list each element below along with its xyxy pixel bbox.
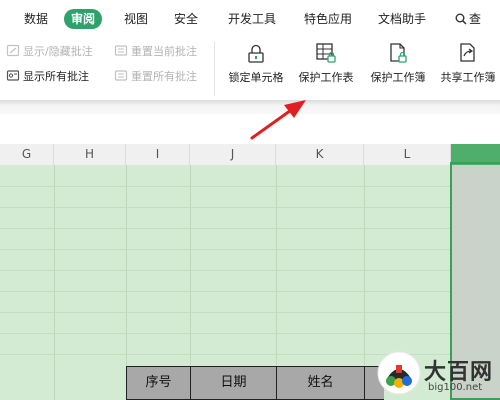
search-button[interactable]: 查 [455, 9, 481, 29]
protect-sheet-label: 保护工作表 [298, 71, 354, 84]
grid-line [190, 165, 191, 400]
reset-all-comments-button[interactable]: 重置所有批注 [114, 69, 197, 85]
tab-review[interactable]: 审阅 [64, 9, 103, 29]
tab-developer-tools[interactable]: 开发工具 [228, 9, 276, 29]
grid-line [0, 207, 500, 208]
grid-line [364, 165, 365, 400]
share-workbook-icon [460, 43, 475, 62]
show-all-comments-label: 显示所有批注 [23, 70, 89, 83]
reset-all-comments-icon [114, 70, 128, 81]
lock-cells-label: 锁定单元格 [228, 71, 284, 84]
watermark-url: big100.net [428, 382, 483, 393]
grid-line [0, 249, 500, 250]
show-all-comments-button[interactable]: 显示所有批注 [6, 69, 89, 85]
watermark: 大百网 big100.net [372, 346, 500, 400]
grid-line [126, 165, 127, 400]
share-workbook-button[interactable]: 共享工作簿 [436, 42, 500, 85]
ribbon-toolbar: 显示/隐藏批注 显示所有批注 重置当前批注 重置所有批注 锁定单元格 保护工作表… [0, 38, 500, 100]
search-label: 查 [469, 12, 482, 26]
protect-workbook-button[interactable]: 保护工作簿 [366, 42, 430, 85]
column-header-j[interactable]: J [190, 144, 276, 165]
protect-workbook-label: 保护工作簿 [370, 71, 426, 84]
grid-line [0, 270, 500, 271]
grid-line [0, 291, 500, 292]
tab-special-apps[interactable]: 特色应用 [304, 9, 352, 29]
protect-sheet-button[interactable]: 保护工作表 [294, 42, 358, 85]
red-arrow-annotation [250, 100, 306, 140]
grid-line [0, 228, 500, 229]
show-hide-comments-button[interactable]: 显示/隐藏批注 [6, 44, 93, 60]
tab-security[interactable]: 安全 [174, 9, 198, 29]
grid-line [0, 186, 500, 187]
comments-icon [6, 70, 20, 81]
table-header-cell[interactable]: 序号 [126, 366, 191, 400]
ribbon-divider [214, 42, 215, 96]
grid-line [54, 165, 55, 400]
lock-cells-button[interactable]: 锁定单元格 [224, 42, 288, 85]
reset-all-comments-label: 重置所有批注 [131, 70, 197, 83]
menu-tab-bar: 数据 审阅 视图 安全 开发工具 特色应用 文档助手 查 [0, 0, 500, 38]
column-header-i[interactable]: I [126, 144, 190, 165]
tab-document-assistant[interactable]: 文档助手 [378, 9, 426, 29]
table-header-cell[interactable]: 姓名 [276, 366, 365, 400]
tab-view[interactable]: 视图 [124, 9, 148, 29]
share-workbook-label: 共享工作簿 [440, 71, 496, 84]
reset-comment-icon [114, 45, 128, 56]
show-hide-comments-label: 显示/隐藏批注 [23, 45, 93, 58]
lock-cells-icon [248, 44, 264, 63]
tab-data[interactable]: 数据 [24, 9, 48, 29]
reset-current-comment-label: 重置当前批注 [131, 45, 197, 58]
protect-workbook-icon [390, 43, 407, 63]
search-icon [455, 13, 467, 25]
grid-line [0, 312, 500, 313]
column-header-g[interactable]: G [0, 144, 54, 165]
comment-toggle-icon [6, 44, 20, 57]
column-header-row: G H I J K L M [0, 144, 500, 166]
reset-current-comment-button[interactable]: 重置当前批注 [114, 44, 197, 60]
column-header-l[interactable]: L [364, 144, 451, 165]
table-header-cell[interactable]: 日期 [190, 366, 277, 400]
grid-line [0, 333, 500, 334]
column-header-k[interactable]: K [276, 144, 364, 165]
column-header-h[interactable]: H [54, 144, 126, 165]
protect-sheet-icon [316, 43, 336, 63]
watermark-logo-icon [377, 351, 421, 395]
grid-line [276, 165, 277, 400]
